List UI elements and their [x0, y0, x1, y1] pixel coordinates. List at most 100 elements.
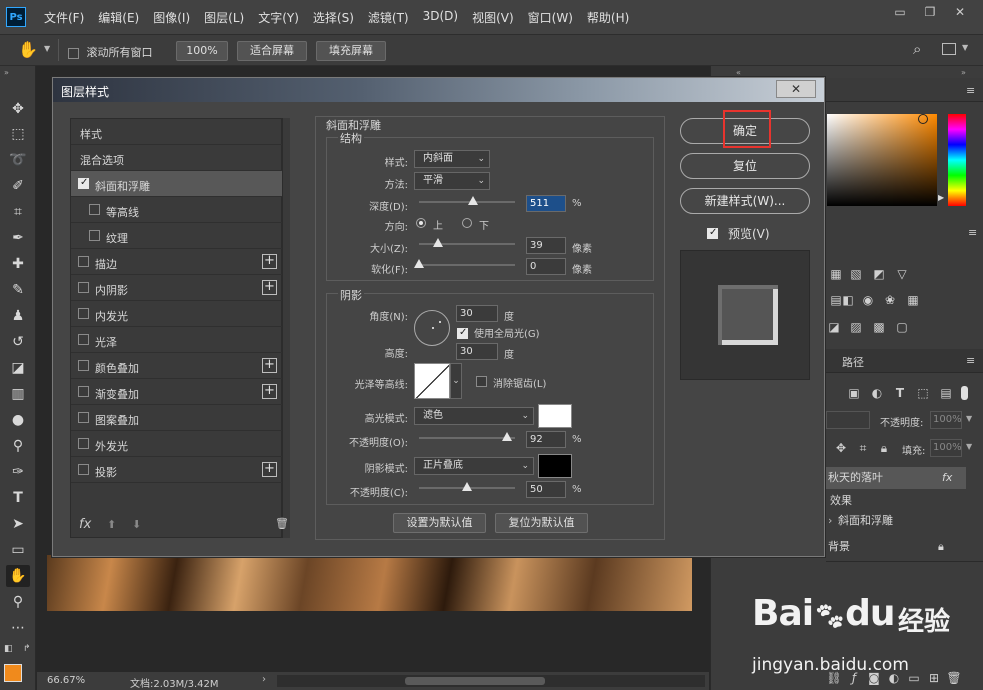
hand-tool-active-icon[interactable]: ✋ [6, 565, 30, 587]
style-item-checkbox[interactable] [78, 177, 89, 189]
menu-item[interactable]: 编辑(E) [98, 9, 139, 26]
lock-all-icon[interactable]: 🔒︎ [876, 440, 892, 456]
hue-slider[interactable] [948, 114, 966, 206]
rectangle-tool-icon[interactable]: ▭ [6, 539, 30, 561]
style-item-checkbox[interactable] [78, 386, 89, 397]
style-list-header[interactable]: 样式 [71, 119, 282, 145]
layer-row-active[interactable]: 秋天的落叶 fx [826, 467, 966, 489]
healing-brush-tool-icon[interactable]: ✚ [6, 253, 30, 275]
tool-preset-chevron-icon[interactable]: ▼ [44, 44, 50, 53]
more-tools-icon[interactable]: ⋯ [6, 617, 30, 639]
default-colors-icon[interactable]: ◧ [4, 644, 13, 654]
dodge-tool-icon[interactable]: ⚲ [6, 435, 30, 457]
add-style-instance-button[interactable]: + [262, 280, 277, 295]
gloss-contour-chevron-icon[interactable]: ⌄ [450, 363, 462, 399]
hand-tool-icon[interactable]: ✋ [18, 40, 38, 59]
blend-mode-dropdown[interactable] [826, 411, 870, 429]
layer-background-row[interactable]: 背景 🔒︎ [826, 536, 966, 558]
selective-color-adjustment-icon[interactable]: ▢ [894, 319, 910, 335]
style-list-scrollbar[interactable] [282, 118, 290, 538]
invert-adjustment-icon[interactable]: ◪ [826, 319, 842, 335]
soften-input[interactable]: 0 [526, 258, 566, 275]
highlight-mode-dropdown[interactable]: 滤色 ⌄ [414, 407, 534, 425]
zoom-readout[interactable]: 66.67% [47, 675, 85, 686]
menu-item[interactable]: 文字(Y) [258, 9, 299, 26]
document-image[interactable] [47, 555, 692, 611]
threshold-adjustment-icon[interactable]: ▩ [871, 319, 887, 335]
eraser-tool-icon[interactable]: ◪ [6, 357, 30, 379]
panel-collapse-icon[interactable]: » [961, 68, 966, 77]
style-item[interactable]: 斜面和浮雕 [71, 171, 282, 197]
menu-item[interactable]: 3D(D) [423, 9, 458, 26]
highlight-opacity-input[interactable]: 92 [526, 431, 566, 448]
style-item[interactable]: 内发光 [71, 301, 282, 327]
new-style-button[interactable]: 新建样式(W)... [680, 188, 810, 214]
menu-item[interactable]: 滤镜(T) [368, 9, 409, 26]
gloss-contour-picker[interactable] [414, 363, 450, 399]
shadow-opacity-input[interactable]: 50 [526, 481, 566, 498]
move-up-icon[interactable]: ⬆ [107, 518, 116, 531]
zoom-100-button[interactable]: 100% [176, 41, 228, 61]
style-item-checkbox[interactable] [78, 412, 89, 423]
style-item-checkbox[interactable] [78, 334, 89, 345]
add-style-instance-button[interactable]: + [262, 358, 277, 373]
menu-item[interactable]: 图像(I) [153, 9, 190, 26]
size-input[interactable]: 39 [526, 237, 566, 254]
style-item-checkbox[interactable] [89, 230, 100, 241]
color-picker-cursor[interactable] [918, 114, 928, 124]
eyedropper-tool-icon[interactable]: ✒ [6, 227, 30, 249]
photo-filter-adjustment-icon[interactable]: ◉ [860, 292, 876, 308]
style-item[interactable]: 内阴影 + [71, 275, 282, 301]
style-item[interactable]: 等高线 [71, 197, 282, 223]
direction-down-radio[interactable] [462, 218, 472, 228]
reset-default-button[interactable]: 复位为默认值 [495, 513, 588, 533]
shadow-mode-dropdown[interactable]: 正片叠底 ⌄ [414, 457, 534, 475]
style-item-checkbox[interactable] [78, 282, 89, 293]
layers-menu-icon[interactable]: ≡ [966, 354, 975, 367]
lock-pixels-icon[interactable]: ✥ [833, 440, 849, 456]
posterize-adjustment-icon[interactable]: ▨ [848, 319, 864, 335]
scroll-all-option[interactable]: 滚动所有窗口 [68, 44, 153, 60]
zoom-tool-icon[interactable]: ⚲ [6, 591, 30, 613]
fit-screen-button[interactable]: 适合屏幕 [237, 41, 307, 61]
style-item[interactable]: 颜色叠加 + [71, 353, 282, 379]
levels-adjustment-icon[interactable]: ▦ [828, 266, 844, 282]
style-item[interactable]: 图案叠加 [71, 405, 282, 431]
gradient-tool-icon[interactable]: ▥ [6, 383, 30, 405]
style-item[interactable]: 描边 + [71, 249, 282, 275]
workspace-chevron-icon[interactable]: ▼ [962, 43, 968, 52]
shadow-opacity-thumb[interactable] [462, 482, 472, 491]
foreground-color-swatch[interactable] [4, 664, 22, 682]
close-window-button[interactable]: ✕ [945, 4, 975, 20]
blending-options-row[interactable]: 混合选项 [71, 145, 282, 171]
fill-input[interactable]: 100% [930, 439, 962, 457]
menu-item[interactable]: 视图(V) [472, 9, 514, 26]
altitude-input[interactable]: 30 [456, 343, 498, 360]
soften-slider[interactable] [419, 264, 515, 266]
blur-tool-icon[interactable]: ● [6, 409, 30, 431]
filter-pixel-icon[interactable]: ▣ [846, 385, 862, 401]
hue-slider-arrow-icon[interactable]: ▶ [938, 193, 944, 202]
swap-colors-icon[interactable]: ↱ [23, 644, 31, 654]
add-style-instance-button[interactable]: + [262, 254, 277, 269]
style-item[interactable]: 投影 + [71, 457, 282, 483]
highlight-opacity-slider[interactable] [419, 437, 515, 439]
search-icon[interactable]: ⌕ [913, 40, 921, 58]
pen-tool-icon[interactable]: ✑ [6, 461, 30, 483]
lock-artboard-icon[interactable]: ⌗ [855, 440, 871, 456]
global-light-checkbox[interactable] [457, 327, 468, 339]
antialias-checkbox[interactable] [476, 376, 487, 387]
marquee-tool-icon[interactable]: ⬚ [6, 123, 30, 145]
size-slider-thumb[interactable] [433, 238, 443, 247]
stamp-tool-icon[interactable]: ♟ [6, 305, 30, 327]
opacity-input[interactable]: 100% [930, 411, 962, 429]
depth-input[interactable]: 511 [526, 195, 566, 212]
quick-select-tool-icon[interactable]: ✐ [6, 175, 30, 197]
brush-tool-icon[interactable]: ✎ [6, 279, 30, 301]
style-item-checkbox[interactable] [78, 308, 89, 319]
add-style-instance-button[interactable]: + [262, 384, 277, 399]
tab-paths[interactable]: 路径 [842, 354, 864, 370]
expand-icon[interactable]: « [736, 68, 741, 77]
status-arrow-icon[interactable]: › [262, 674, 266, 685]
restore-button[interactable]: ❐ [915, 4, 945, 20]
